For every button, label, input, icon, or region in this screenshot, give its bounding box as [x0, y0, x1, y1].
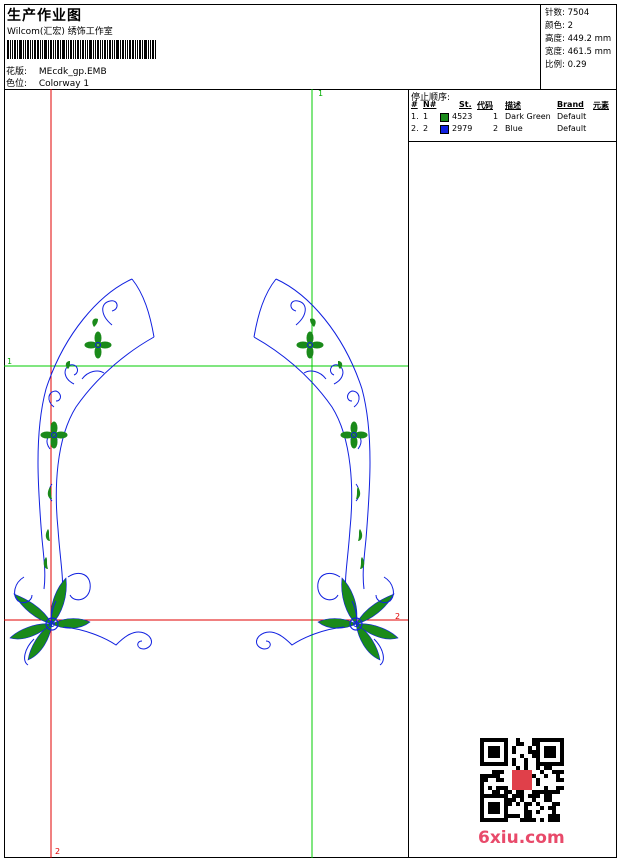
stats-panel: 针数: 7504 颜色: 2 高度: 449.2 mm 宽度: 461.5 mm…	[540, 4, 618, 89]
stitch-count: 4523	[452, 112, 473, 121]
stat-value: 2	[567, 21, 574, 31]
color-description: Blue	[505, 124, 523, 133]
stat-value: 449.2 mm	[567, 34, 612, 44]
barcode	[7, 40, 157, 59]
col-header: Brand	[557, 100, 584, 109]
guide-label-h2: 2	[395, 612, 401, 621]
stat-label: 高度	[545, 34, 563, 44]
needle-number: 2	[423, 124, 429, 133]
table-row: 2. 2 2979 2 Blue Default	[409, 124, 617, 136]
guide-label-v2: 2	[55, 847, 61, 856]
color-table: # N# St. 代码 描述 Brand 元素 1. 1 4523 1 Dark…	[409, 100, 617, 136]
design-canvas: 1 1 2 2	[4, 89, 408, 858]
stat-width: 宽度: 461.5 mm	[545, 47, 612, 57]
table-row: 1. 1 4523 1 Dark Green Default	[409, 112, 617, 124]
brand: Default	[557, 124, 587, 133]
col-header: 元素	[593, 101, 609, 110]
stat-label: 宽度	[545, 47, 563, 57]
company-name: Wilcom(汇宏) 绣饰工作室	[7, 27, 113, 37]
table-header: # N# St. 代码 描述 Brand 元素	[409, 100, 617, 112]
col-header: #	[411, 100, 418, 109]
qr-code	[480, 738, 564, 822]
stat-value: 0.29	[567, 60, 587, 70]
header-info: 生产作业图 Wilcom(汇宏) 绣饰工作室 花版: MEcdk_gp.EMB …	[4, 4, 540, 89]
watermark: 6xiu.com	[478, 828, 565, 848]
row-number: 1.	[411, 112, 419, 121]
row-number: 2.	[411, 124, 419, 133]
guide-label-v1: 1	[318, 89, 324, 98]
page-title: 生产作业图	[7, 8, 82, 24]
header: 生产作业图 Wilcom(汇宏) 绣饰工作室 花版: MEcdk_gp.EMB …	[4, 4, 617, 90]
color-swatch	[440, 125, 449, 134]
col-header: N#	[423, 100, 437, 109]
col-header: St.	[459, 100, 472, 109]
guide-label-h1: 1	[7, 357, 13, 366]
color-code: 2	[493, 124, 499, 133]
stat-colors: 颜色: 2	[545, 21, 574, 31]
design-right-half	[254, 279, 398, 665]
stat-stitches: 针数: 7504	[545, 8, 590, 18]
stat-value: 461.5 mm	[567, 47, 612, 57]
stat-label: 针数	[545, 8, 563, 18]
design-left-half	[10, 279, 154, 665]
color-description: Dark Green	[505, 112, 551, 121]
col-header: 描述	[505, 101, 521, 110]
needle-number: 1	[423, 112, 429, 121]
color-code: 1	[493, 112, 499, 121]
embroidery-design	[4, 89, 408, 858]
stat-scale: 比例: 0.29	[545, 60, 587, 70]
table-divider	[409, 141, 617, 142]
colorway-value: Colorway 1	[38, 79, 90, 89]
brand: Default	[557, 112, 587, 121]
stat-label: 比例	[545, 60, 563, 70]
stat-label: 颜色	[545, 21, 563, 31]
stat-value: 7504	[567, 8, 590, 18]
stat-height: 高度: 449.2 mm	[545, 34, 612, 44]
colorway-label: 色位:	[6, 79, 28, 89]
col-header: 代码	[477, 101, 493, 110]
colorway-row: 色位: Colorway 1	[6, 76, 89, 89]
color-swatch	[440, 113, 449, 122]
stitch-count: 2979	[452, 124, 473, 133]
